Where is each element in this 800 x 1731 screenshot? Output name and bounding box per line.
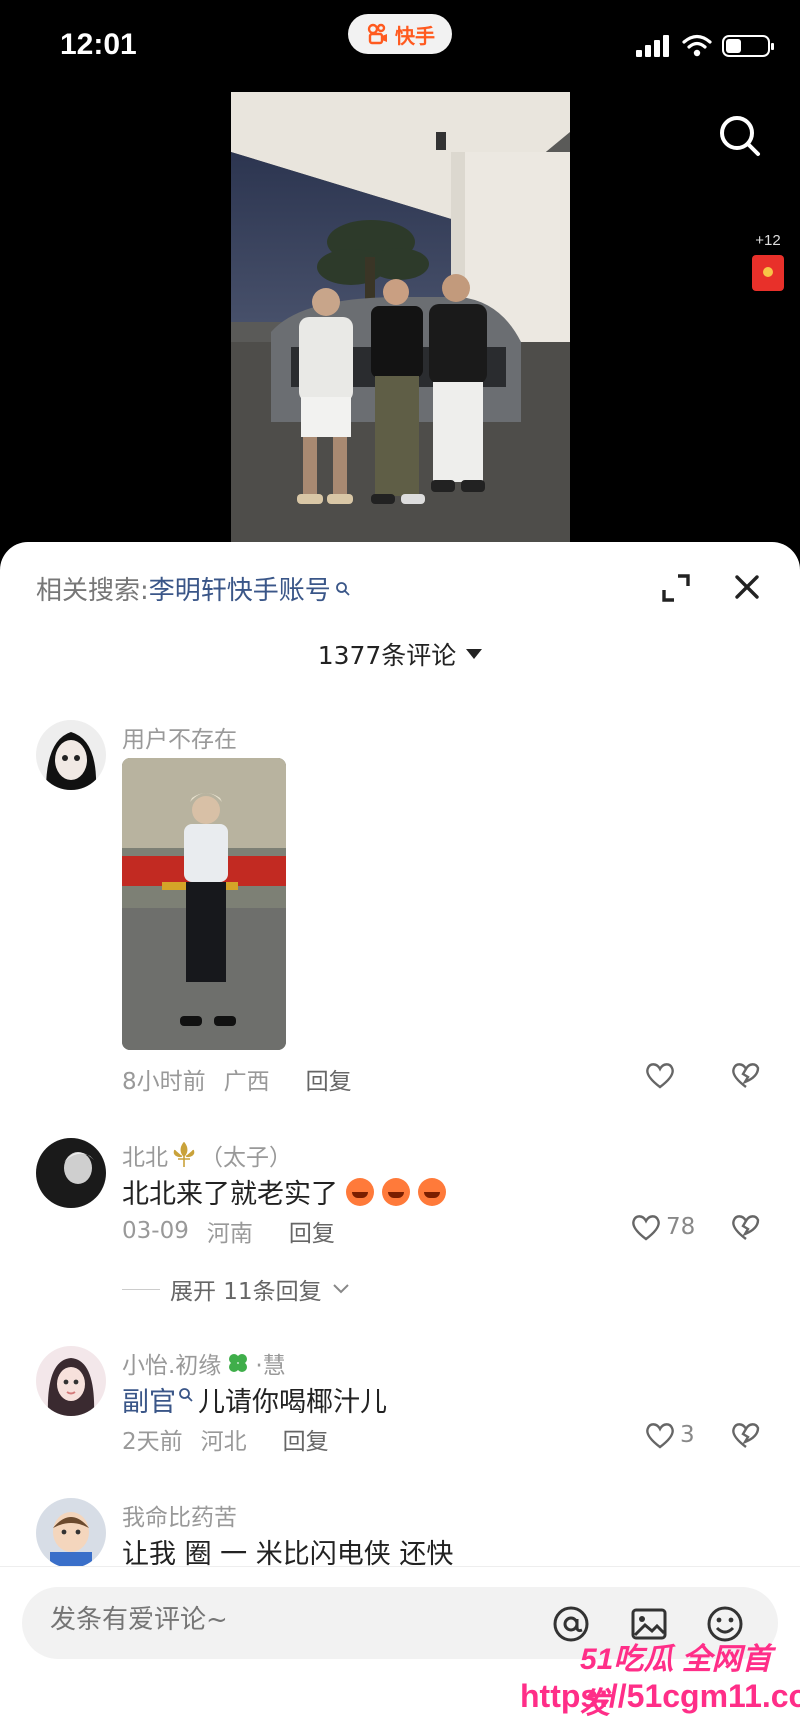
comment-location: 广西 (223, 1069, 270, 1095)
avatar-image (36, 720, 106, 790)
related-search-label: 相关搜索: (36, 576, 149, 606)
username-text: 小怡.初缘 (122, 1353, 222, 1379)
search-small-icon (179, 1387, 193, 1402)
search-icon[interactable] (714, 110, 766, 162)
comment-body: 北北来了就老实了 (122, 1179, 338, 1210)
avatar[interactable] (36, 1498, 106, 1568)
comment-location: 河南 (206, 1221, 253, 1247)
comment-username[interactable]: 我命比药苦 (122, 1498, 237, 1532)
comment-text: 北北来了就老实了 (122, 1172, 446, 1211)
angry-emoji-icon (418, 1177, 446, 1206)
comment-meta: 03-09 河南 回复 (122, 1214, 335, 1248)
comment-time: 2天前 (122, 1429, 183, 1455)
reply-button[interactable]: 回复 (306, 1062, 352, 1096)
comment-time: 8小时前 (122, 1069, 206, 1095)
mention-link[interactable]: 副官 (122, 1380, 176, 1419)
avatar[interactable] (36, 720, 106, 790)
clover-icon (229, 1354, 248, 1372)
chevron-down-icon (332, 1284, 349, 1294)
fullscreen-icon[interactable] (660, 572, 692, 604)
reply-button[interactable]: 回复 (283, 1422, 329, 1456)
angry-emoji-icon (346, 1177, 374, 1206)
sort-caret-icon (466, 649, 483, 659)
broken-heart-icon[interactable] (730, 1212, 762, 1242)
heart-icon (646, 1063, 674, 1089)
video-frame-image (231, 92, 570, 542)
comment-time: 03-09 (122, 1218, 189, 1244)
status-time: 12:01 (60, 28, 137, 61)
like-button[interactable]: 3 (644, 1420, 695, 1450)
comment-username[interactable]: 用户不存在 (122, 720, 237, 754)
heart-icon (646, 1423, 674, 1449)
cellular-signal-icon (636, 35, 669, 57)
username-text: 用户不存在 (122, 727, 237, 753)
reward-count: +12 (755, 232, 781, 249)
comment-photo (122, 758, 286, 1050)
angry-emoji-icon (382, 1177, 410, 1206)
comment-input[interactable] (50, 1605, 530, 1635)
avatar-image (36, 1138, 106, 1208)
related-search[interactable]: 相关搜索: 李明轩快手账号 (36, 570, 351, 607)
video-player[interactable] (231, 92, 570, 542)
comment-meta: 2天前 河北 回复 (122, 1422, 329, 1456)
battery-icon (722, 35, 774, 57)
username-suffix: ·慧 (255, 1353, 286, 1379)
expand-replies[interactable]: 展开 11条回复 (122, 1272, 350, 1306)
watermark-url: https://51cgm11.com (520, 1678, 800, 1714)
status-icons (636, 34, 774, 58)
comment-location: 河北 (200, 1429, 247, 1455)
reply-button[interactable]: 回复 (289, 1214, 335, 1248)
broken-heart-icon[interactable] (730, 1060, 762, 1090)
reward-widget[interactable]: +12 (748, 232, 788, 291)
comment-count-label: 1377条评论 (317, 641, 457, 670)
comment-username[interactable]: 小怡.初缘 ·慧 (122, 1346, 286, 1380)
wifi-icon (682, 34, 712, 57)
app-badge[interactable]: 快手 (348, 14, 452, 54)
search-small-icon (335, 581, 350, 596)
avatar-image (36, 1346, 106, 1416)
username-text: 我命比药苦 (122, 1505, 237, 1531)
like-count: 3 (680, 1422, 695, 1448)
expand-replies-label: 展开 11条回复 (170, 1279, 322, 1305)
username-suffix: （太子） (200, 1145, 292, 1171)
comment-meta: 8小时前 广西 回复 (122, 1062, 352, 1096)
comment-count[interactable]: 1377条评论 (0, 636, 800, 672)
like-count: 78 (666, 1214, 696, 1240)
related-search-query[interactable]: 李明轩快手账号 (149, 570, 331, 607)
avatar-image (36, 1498, 106, 1568)
fleur-de-lis-icon (173, 1142, 195, 1167)
like-button[interactable]: 78 (630, 1212, 695, 1242)
broken-heart-icon[interactable] (730, 1420, 762, 1450)
comment-username[interactable]: 北北 （太子） (122, 1138, 292, 1172)
divider (122, 1288, 160, 1290)
avatar[interactable] (36, 1346, 106, 1416)
comment-body: 儿请你喝椰汁儿 (198, 1387, 387, 1418)
app-name: 快手 (395, 23, 435, 48)
username-text: 北北 (122, 1145, 168, 1171)
close-icon[interactable] (732, 572, 762, 602)
comment-sheet: 相关搜索: 李明轩快手账号 1377条评论 用户不存在 8小时前 广西 回复 北… (0, 542, 800, 1731)
heart-icon (632, 1215, 660, 1241)
comment-text: 副官 儿请你喝椰汁儿 (122, 1380, 387, 1419)
comment-image[interactable] (122, 758, 286, 1050)
kuaishou-logo-icon (367, 23, 387, 45)
like-button[interactable] (644, 1060, 676, 1090)
red-envelope-icon (752, 255, 784, 291)
avatar[interactable] (36, 1138, 106, 1208)
